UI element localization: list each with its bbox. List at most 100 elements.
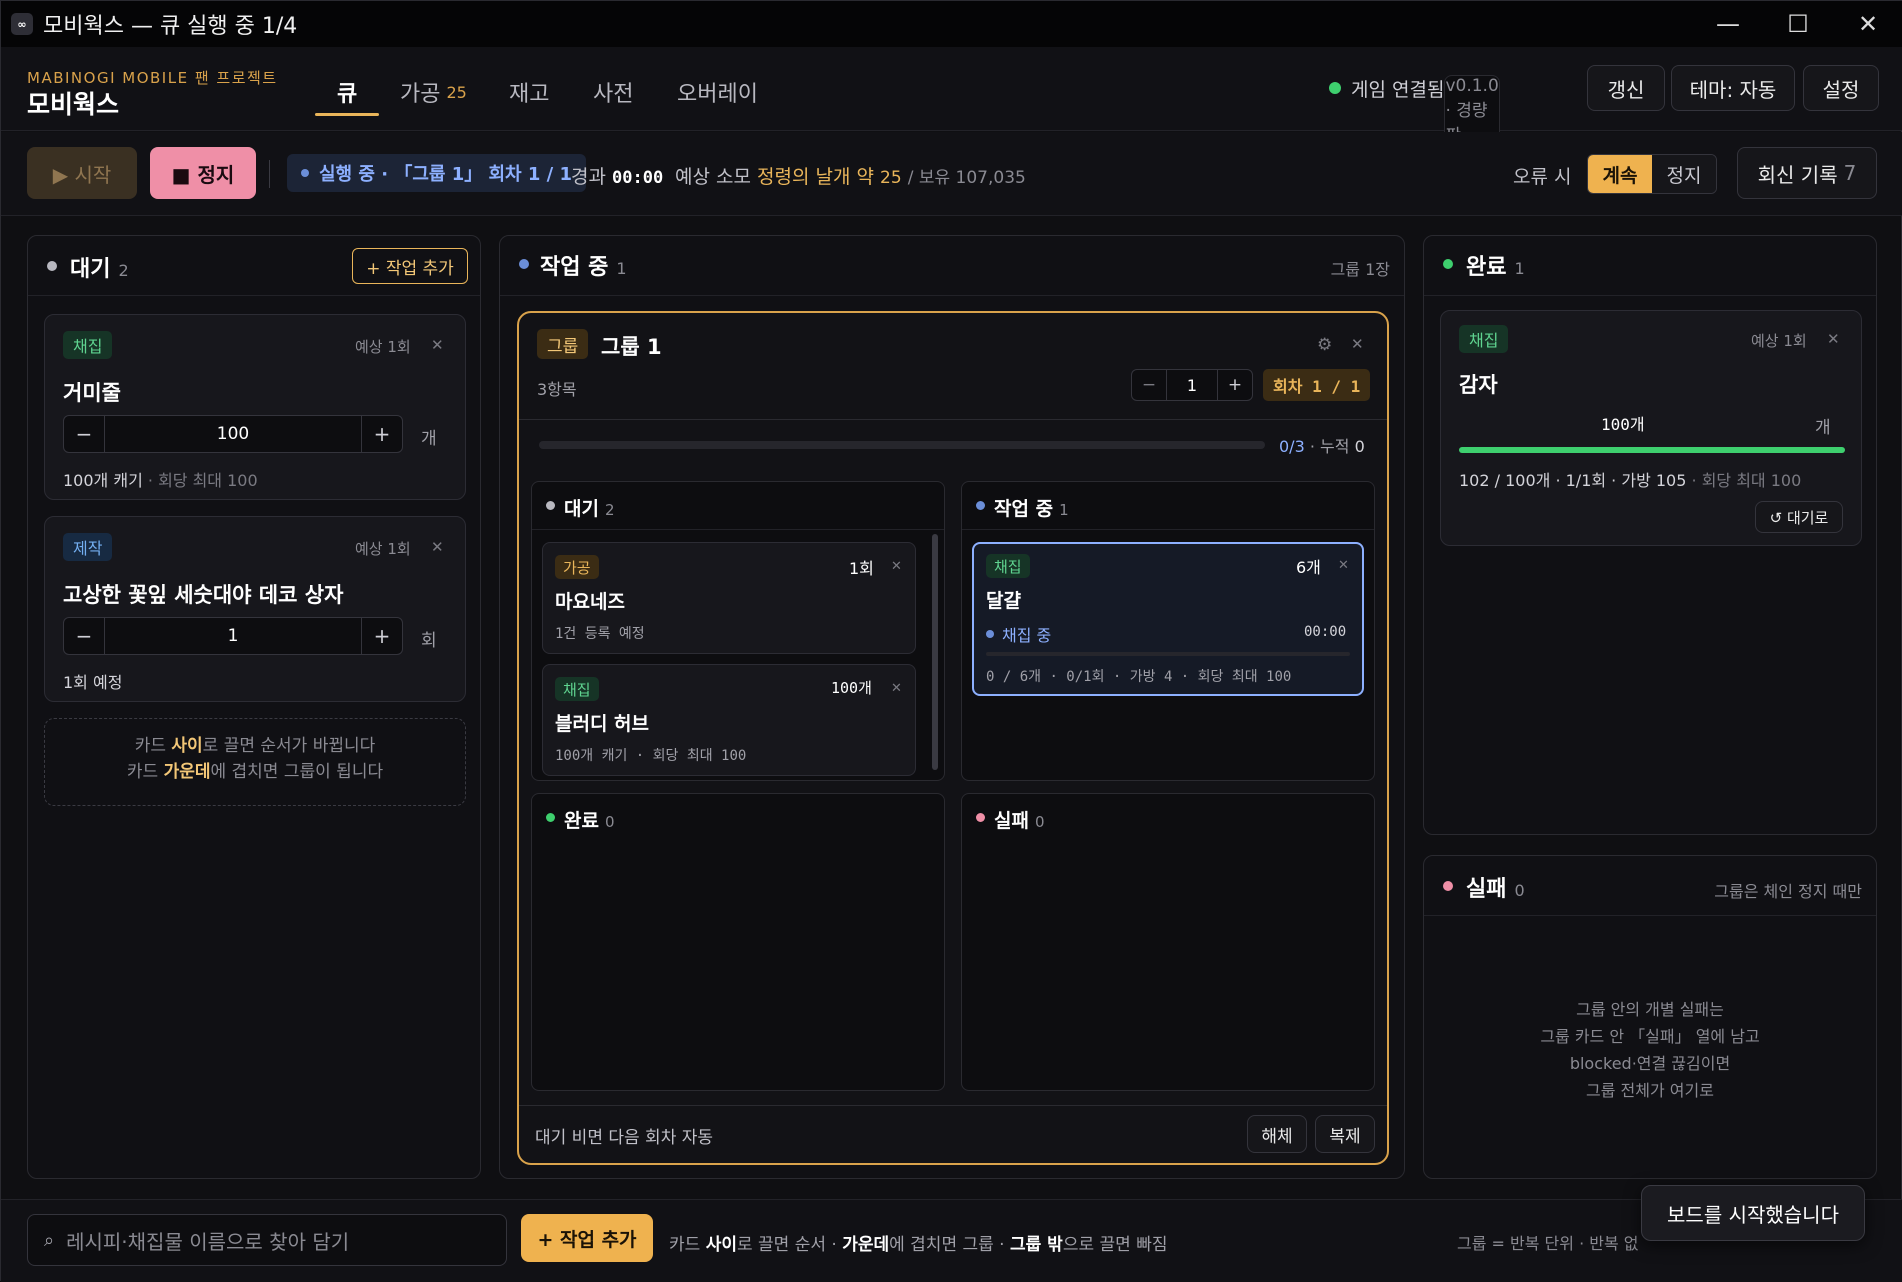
group-tag: 그룹 (537, 329, 589, 359)
tab-label: 재고 (509, 82, 550, 107)
failed-dot (976, 813, 985, 822)
tab-processing[interactable]: 가공 25 (400, 69, 467, 115)
on-error-stop[interactable]: 정지 (1652, 155, 1716, 193)
decrement-button[interactable]: − (64, 618, 104, 654)
group-task-card[interactable]: 채집 100개 ✕ 블러디 허브 100개 캐기 · 회당 최대 100 (542, 664, 916, 776)
hint-highlight: 그룹 밖 (1009, 1235, 1063, 1255)
active-task-card[interactable]: 채집 6개 ✕ 달걀 채집 중 00:00 0 / 6개 · 0/1회 · 가방… (972, 542, 1364, 696)
tab-dictionary[interactable]: 사전 (593, 69, 633, 115)
start-button[interactable]: ▶ 시작 (27, 147, 137, 199)
group-task-card[interactable]: 가공 1회 ✕ 마요네즈 1건 등록 예정 (542, 542, 916, 654)
tab-inventory[interactable]: 재고 (509, 69, 549, 115)
hint-highlight: 사이 (705, 1235, 737, 1255)
add-task-button[interactable]: + 작업 추가 (352, 248, 468, 284)
minimize-icon[interactable]: — (1693, 1, 1763, 47)
expected-label: 예상 소모 (675, 166, 751, 188)
task-card[interactable]: 제작 예상 1회 ✕ 고상한 꽃잎 세숫대야 데코 상자 − 1 + 회 1회 … (44, 516, 466, 702)
column-title: 대기 2 (70, 251, 129, 283)
group-progress: 0/3 · 누적 0 (1279, 433, 1365, 457)
increment-button[interactable]: + (362, 416, 402, 452)
task-amount: 100개 (1601, 415, 1645, 434)
running-dot (301, 169, 309, 177)
tab-queue[interactable]: 큐 (337, 69, 357, 115)
theme-button[interactable]: 테마: 자동 (1671, 65, 1795, 111)
column-title-text: 실패 (1466, 877, 1507, 902)
settings-button[interactable]: 설정 (1803, 65, 1879, 111)
lane-title: 완료 0 (564, 806, 615, 833)
lane-title-text: 실패 (994, 810, 1029, 832)
app-window: ∞ 모비웍스 — 큐 실행 중 1/4 — ☐ ✕ MABINOGI MOBIL… (0, 0, 1902, 1282)
increment-button[interactable]: + (362, 618, 402, 654)
on-error-continue[interactable]: 계속 (1588, 155, 1652, 193)
task-timer: 00:00 (1304, 624, 1347, 640)
task-meta: 100개 캐기 · 회당 최대 100 (63, 467, 258, 491)
group-footer-text: 대기 비면 다음 회차 자동 (535, 1128, 714, 1148)
task-title: 달걀 (986, 590, 1021, 612)
expected-owned: / 보유 107,035 (907, 168, 1026, 188)
hint-line: 그룹 안의 개별 실패는 (1576, 1000, 1724, 1019)
group-card[interactable]: 그룹 그룹 1 ⚙ ✕ 3항목 − 1 + 회차 1 / 1 0/3 · 누적 … (517, 311, 1389, 1165)
task-meta: 1건 등록 예정 (555, 626, 645, 642)
duplicate-button[interactable]: 복제 (1315, 1115, 1375, 1153)
maximize-icon[interactable]: ☐ (1763, 1, 1833, 47)
group-count-label: 그룹 1장 (1330, 260, 1390, 279)
ungroup-button[interactable]: 해체 (1247, 1115, 1307, 1153)
tab-label: 사전 (593, 82, 634, 107)
add-task-button[interactable]: + 작업 추가 (521, 1214, 653, 1262)
column-count: 1 (1514, 259, 1525, 278)
remove-icon[interactable]: ✕ (1351, 335, 1364, 353)
column-count: 1 (616, 259, 627, 278)
group-item-count: 3항목 (537, 380, 577, 399)
remove-icon[interactable]: ✕ (431, 336, 444, 354)
gear-icon[interactable]: ⚙ (1317, 335, 1332, 355)
group-hint: 그룹 = 반복 단위 · 반복 없 (1457, 1234, 1639, 1253)
done-task-card[interactable]: 채집 예상 1회 ✕ 감자 100개 개 102 / 100개 · 1/1회 ·… (1440, 310, 1862, 546)
repeat-value[interactable]: 1 (1166, 370, 1218, 400)
stop-button[interactable]: ■ 정지 (150, 147, 256, 199)
task-title: 마요네즈 (555, 591, 625, 613)
repeat-stepper: − 1 + (1131, 369, 1253, 401)
on-error-label: 오류 시 (1513, 166, 1572, 188)
drag-hint: 카드 사이로 끌면 순서가 바뀝니다 카드 가운데에 겹치면 그룹이 됩니다 (44, 718, 466, 806)
increment-button[interactable]: + (1218, 370, 1252, 400)
group-progress-track (539, 441, 1265, 449)
decrement-button[interactable]: − (1132, 370, 1166, 400)
recipe-search-input[interactable]: ⌕ 레시피·채집물 이름으로 찾아 담기 (27, 1214, 507, 1266)
app-header: MABINOGI MOBILE 팬 프로젝트 모비웍스 큐 가공 25 재고 사전… (1, 47, 1902, 147)
waiting-column: 대기 2 + 작업 추가 채집 예상 1회 ✕ 거미줄 − 100 + 개 100… (27, 235, 481, 1179)
tab-label: 큐 (337, 82, 358, 107)
refresh-button[interactable]: 갱신 (1587, 65, 1665, 111)
tab-overlay[interactable]: 오버레이 (677, 69, 758, 115)
failed-dot (1443, 881, 1453, 891)
task-meta: 100개 캐기 · 회당 최대 100 (555, 748, 747, 764)
decrement-button[interactable]: − (64, 416, 104, 452)
history-button[interactable]: 회신 기록 7 (1737, 147, 1877, 199)
done-progress-track (1459, 447, 1845, 453)
window-title: 모비웍스 — 큐 실행 중 1/4 (43, 14, 298, 39)
title-bar: ∞ 모비웍스 — 큐 실행 중 1/4 — ☐ ✕ (1, 1, 1902, 47)
expected-item: 정령의 날개 약 (757, 166, 874, 188)
scrollbar[interactable] (932, 534, 938, 770)
column-header: 완료 1 (1424, 236, 1876, 296)
quantity-value[interactable]: 100 (104, 416, 362, 452)
remove-icon[interactable]: ✕ (891, 559, 902, 574)
task-meta-sub: · 회당 최대 100 (1691, 471, 1802, 490)
close-icon[interactable]: ✕ (1833, 1, 1902, 47)
lane-header: 완료 0 (532, 794, 944, 842)
hint-text: 카드 (669, 1235, 706, 1255)
lane-title: 실패 0 (994, 806, 1045, 833)
task-type-tag: 채집 (1459, 325, 1509, 353)
lane-title-text: 완료 (564, 810, 599, 832)
task-card[interactable]: 채집 예상 1회 ✕ 거미줄 − 100 + 개 100개 캐기 · 회당 최대… (44, 314, 466, 500)
hint-text: 카드 (126, 762, 164, 782)
expected-consumption: 예상 소모 정령의 날개 약 25 / 보유 107,035 (675, 162, 1026, 189)
task-meta-main: 102 / 100개 · 1/1회 · 가방 105 (1459, 471, 1687, 490)
remove-icon[interactable]: ✕ (431, 538, 444, 556)
task-state: 채집 중 (1002, 626, 1052, 645)
remove-icon[interactable]: ✕ (1338, 558, 1349, 573)
drag-hint-line: 카드 가운데에 겹치면 그룹이 됩니다 (45, 759, 465, 785)
requeue-button[interactable]: ↺ 대기로 (1755, 501, 1843, 533)
quantity-value[interactable]: 1 (104, 618, 362, 654)
remove-icon[interactable]: ✕ (891, 681, 902, 696)
remove-icon[interactable]: ✕ (1827, 330, 1840, 348)
